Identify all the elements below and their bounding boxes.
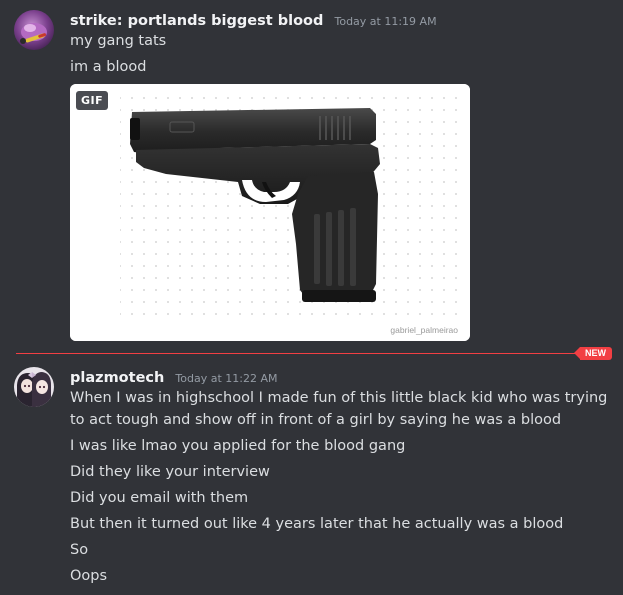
message-text: Did you email with them xyxy=(70,490,249,506)
message-text: Oops xyxy=(70,568,108,584)
gif-badge: GIF xyxy=(76,91,109,110)
avatar-image xyxy=(14,10,54,50)
username[interactable]: plazmotech xyxy=(70,370,164,386)
message-header: plazmotech Today at 11:22 AM xyxy=(70,367,278,386)
message-text: I was like lmao you applied for the bloo… xyxy=(70,438,406,454)
chat-messages: strike: portlands biggest blood Today at… xyxy=(0,0,623,595)
message-text: But then it turned out like 4 years late… xyxy=(70,516,564,532)
avatar[interactable] xyxy=(14,367,54,407)
message-text: Did they like your interview xyxy=(70,464,270,480)
message-text: When I was in highschool I made fun of t… xyxy=(70,390,608,406)
gif-embed[interactable]: GIF gabriel_palmeirao xyxy=(70,84,470,341)
pistol-image xyxy=(70,84,470,341)
new-messages-divider xyxy=(16,353,611,354)
image-watermark: gabriel_palmeirao xyxy=(390,325,458,335)
message-text: So xyxy=(70,542,89,558)
message-text: to act tough and show off in front of a … xyxy=(70,412,562,428)
timestamp: Today at 11:19 AM xyxy=(334,15,437,28)
avatar[interactable] xyxy=(14,10,54,50)
new-badge: NEW xyxy=(574,347,612,360)
message-text: my gang tats xyxy=(70,33,167,49)
timestamp: Today at 11:22 AM xyxy=(175,372,278,385)
username[interactable]: strike: portlands biggest blood xyxy=(70,13,323,29)
message-header: strike: portlands biggest blood Today at… xyxy=(70,10,437,29)
avatar-image xyxy=(14,367,54,407)
message-text: im a blood xyxy=(70,59,147,75)
